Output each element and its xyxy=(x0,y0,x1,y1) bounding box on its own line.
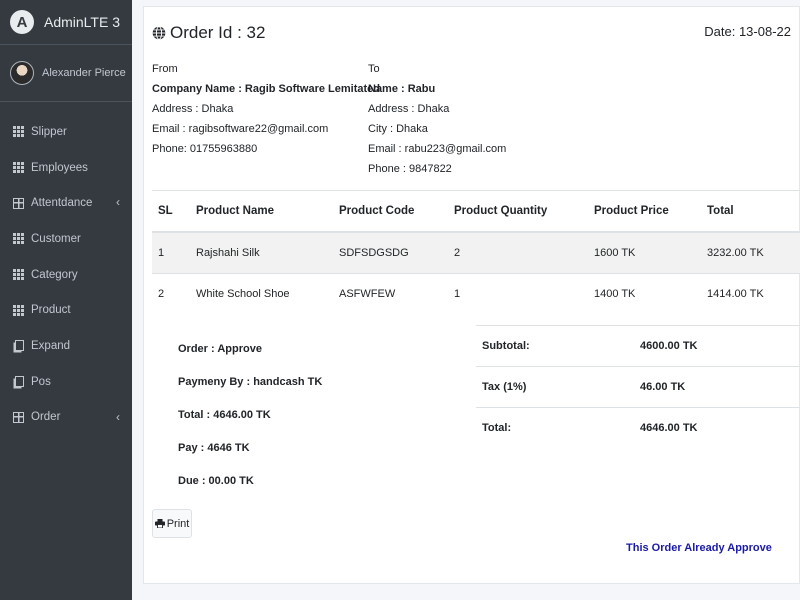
payment-method: Paymeny By : handcash TK xyxy=(178,376,323,388)
copy-icon xyxy=(15,376,24,388)
sidebar-item-label: Pos xyxy=(31,375,51,388)
to-city: City : Dhaka xyxy=(368,123,428,135)
print-button[interactable]: Print xyxy=(152,509,192,538)
tax-row: Tax (1%) 46.00 TK xyxy=(476,366,800,408)
order-items-table: SL Product Name Product Code Product Qua… xyxy=(152,190,800,314)
sidebar-item-label: Attentdance xyxy=(31,197,93,210)
cell-price: 1600 TK xyxy=(588,231,701,274)
column-header: Product Price xyxy=(588,190,701,233)
column-header: Product Name xyxy=(190,190,333,233)
sidebar-item-label: Order xyxy=(31,411,61,424)
grid-icon xyxy=(13,233,24,245)
sidebar-item-customer[interactable]: Customer xyxy=(0,221,132,257)
tax-value: 46.00 TK xyxy=(640,366,800,408)
from-address-line: Address : Dhaka xyxy=(152,103,234,115)
subtotal-value: 4600.00 TK xyxy=(640,325,800,367)
table-icon xyxy=(13,411,24,423)
subtotal-row: Subtotal: 4600.00 TK xyxy=(476,325,800,367)
sidebar-item-order[interactable]: Order ‹ xyxy=(0,400,132,436)
user-name: Alexander Pierce xyxy=(42,67,126,79)
from-company: Company Name : Ragib Software Lemitated xyxy=(152,83,380,95)
total-label: Total: xyxy=(476,407,640,448)
to-address-line: Address : Dhaka xyxy=(368,103,450,115)
cell-price: 1400 TK xyxy=(588,273,701,314)
user-panel[interactable]: Alexander Pierce xyxy=(0,45,132,102)
cell-total: 3232.00 TK xyxy=(701,231,800,274)
sidebar-item-category[interactable]: Category xyxy=(0,257,132,293)
to-heading: To xyxy=(368,63,380,75)
order-date: Date: 13-08-22 xyxy=(704,24,791,39)
from-address: From Company Name : Ragib Software Lemit… xyxy=(152,59,380,159)
page-title: Order Id : 32 xyxy=(152,23,265,43)
copy-icon xyxy=(15,340,24,352)
brand-link[interactable]: A AdminLTE 3 xyxy=(0,0,132,45)
avatar xyxy=(10,61,34,85)
grid-icon xyxy=(13,126,24,138)
column-header: Product Quantity xyxy=(448,190,588,233)
brand-logo-icon: A xyxy=(10,10,34,34)
cell-sl: 2 xyxy=(152,273,190,314)
invoice-card: Order Id : 32 Date: 13-08-22 From Compan… xyxy=(143,6,800,584)
table-header-row: SL Product Name Product Code Product Qua… xyxy=(152,190,800,233)
column-header: Product Code xyxy=(333,190,448,233)
printer-icon xyxy=(154,519,165,528)
column-header: Total xyxy=(701,190,800,233)
to-email: Email : rabu223@gmail.com xyxy=(368,143,507,155)
print-label: Print xyxy=(166,517,190,530)
sidebar-item-label: Employees xyxy=(31,161,88,174)
sidebar-item-employees[interactable]: Employees xyxy=(0,150,132,186)
cell-quantity: 1 xyxy=(448,273,588,314)
to-address: To Name : Rabu Address : Dhaka City : Dh… xyxy=(368,59,506,179)
globe-icon xyxy=(152,26,166,40)
table-row: 2 White School Shoe ASFWFEW 1 1400 TK 14… xyxy=(152,273,800,314)
cell-quantity: 2 xyxy=(448,231,588,274)
cell-product-code: ASFWFEW xyxy=(333,273,448,314)
from-email: Email : ragibsoftware22@gmail.com xyxy=(152,123,329,135)
approve-status-message: This Order Already Approve xyxy=(626,542,772,554)
sidebar-item-label: Slipper xyxy=(31,125,67,138)
grid-icon xyxy=(13,269,24,281)
sidebar-item-expand[interactable]: Expand xyxy=(0,328,132,364)
summary-total: Total : 4646.00 TK xyxy=(178,409,271,421)
cell-product-name: Rajshahi Silk xyxy=(190,231,333,274)
sidebar-item-label: Product xyxy=(31,304,71,317)
grid-icon xyxy=(13,304,24,316)
summary-pay: Pay : 4646 TK xyxy=(178,442,250,454)
sidebar-item-label: Category xyxy=(31,268,78,281)
sidebar-item-label: Customer xyxy=(31,232,81,245)
brand-name: AdminLTE 3 xyxy=(44,14,120,30)
sidebar-nav: Slipper Employees Attentdance ‹ Customer… xyxy=(0,102,132,435)
sidebar-item-product[interactable]: Product xyxy=(0,292,132,328)
order-status: Order : Approve xyxy=(178,343,262,355)
tax-label: Tax (1%) xyxy=(476,366,640,408)
order-id: Order Id : 32 xyxy=(170,23,266,42)
order-summary: Order : Approve Paymeny By : handcash TK… xyxy=(178,343,322,508)
summary-due: Due : 00.00 TK xyxy=(178,475,254,487)
cell-product-code: SDFSDGSDG xyxy=(333,231,448,274)
grid-icon xyxy=(13,162,24,174)
to-name: Name : Rabu xyxy=(368,83,436,95)
from-heading: From xyxy=(152,63,178,75)
sidebar-item-attentdance[interactable]: Attentdance ‹ xyxy=(0,185,132,221)
total-row: Total: 4646.00 TK xyxy=(476,407,800,448)
from-phone: Phone: 01755963880 xyxy=(152,143,258,155)
to-phone: Phone : 9847822 xyxy=(368,163,452,175)
cell-sl: 1 xyxy=(152,231,190,274)
cell-product-name: White School Shoe xyxy=(190,273,333,314)
subtotal-label: Subtotal: xyxy=(476,325,640,367)
chevron-left-icon[interactable]: ‹ xyxy=(116,195,120,209)
chevron-left-icon[interactable]: ‹ xyxy=(116,410,120,424)
totals-table: Subtotal: 4600.00 TK Tax (1%) 46.00 TK T… xyxy=(476,325,800,448)
table-icon xyxy=(13,197,24,209)
column-header: SL xyxy=(152,190,190,233)
sidebar-item-label: Expand xyxy=(31,339,71,352)
total-value: 4646.00 TK xyxy=(640,407,800,448)
table-row: 1 Rajshahi Silk SDFSDGSDG 2 1600 TK 3232… xyxy=(152,231,800,274)
sidebar-item-slipper[interactable]: Slipper xyxy=(0,114,132,150)
cell-total: 1414.00 TK xyxy=(701,273,800,314)
sidebar-item-pos[interactable]: Pos xyxy=(0,364,132,400)
sidebar: A AdminLTE 3 Alexander Pierce Slipper Em… xyxy=(0,0,132,600)
